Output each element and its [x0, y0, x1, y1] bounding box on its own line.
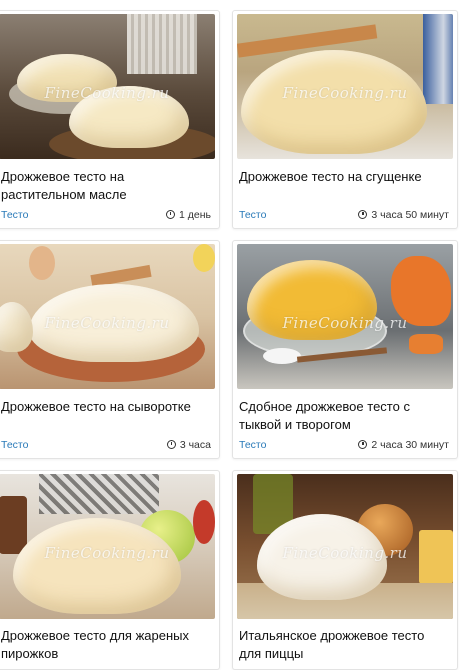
recipe-image[interactable]: FineCooking.ru: [237, 244, 453, 389]
recipe-image[interactable]: FineCooking.ru: [0, 244, 215, 389]
cook-time: 1 день: [166, 209, 211, 221]
watermark-text: FineCooking.ru: [44, 83, 170, 102]
recipe-title-link[interactable]: Дрожжевое тесто на сыворотке: [1, 398, 211, 416]
watermark-text: FineCooking.ru: [282, 313, 408, 332]
cook-time: 3 часа: [166, 439, 211, 451]
recipe-image[interactable]: FineCooking.ru: [237, 474, 453, 619]
clock-icon: [166, 440, 176, 449]
recipe-title-link[interactable]: Дрожжевое тесто на сгущенке: [239, 168, 449, 186]
recipe-title-link[interactable]: Сдобное дрожжевое тесто с тыквой и творо…: [239, 398, 449, 434]
recipe-card[interactable]: FineCooking.ru Дрожжевое тесто на растит…: [0, 10, 220, 229]
category-link[interactable]: Тесто: [239, 209, 266, 221]
watermark-text: FineCooking.ru: [282, 543, 408, 562]
recipe-card[interactable]: FineCooking.ru Дрожжевое тесто на сыворо…: [0, 240, 220, 459]
recipe-image[interactable]: FineCooking.ru: [0, 14, 215, 159]
category-link[interactable]: Тесто: [239, 439, 266, 451]
watermark-text: FineCooking.ru: [44, 313, 170, 332]
clock-icon: [358, 440, 368, 449]
clock-icon: [358, 210, 368, 219]
recipe-image[interactable]: FineCooking.ru: [0, 474, 215, 619]
cook-time: 2 часа 30 минут: [358, 439, 449, 451]
recipe-card[interactable]: FineCooking.ru Сдобное дрожжевое тесто с…: [232, 240, 458, 459]
watermark-text: FineCooking.ru: [282, 83, 408, 102]
category-link[interactable]: Тесто: [1, 209, 28, 221]
recipe-card[interactable]: FineCooking.ru Дрожжевое тесто для жарен…: [0, 470, 220, 670]
clock-icon: [166, 210, 175, 219]
category-link[interactable]: Тесто: [1, 439, 28, 451]
cook-time: 3 часа 50 минут: [358, 209, 449, 221]
watermark-text: FineCooking.ru: [44, 543, 170, 562]
recipe-image[interactable]: FineCooking.ru: [237, 14, 453, 159]
recipe-card[interactable]: FineCooking.ru Итальянское дрожжевое тес…: [232, 470, 458, 670]
recipe-card[interactable]: FineCooking.ru Дрожжевое тесто на сгущен…: [232, 10, 458, 229]
recipe-title-link[interactable]: Дрожжевое тесто на растительном масле: [1, 168, 211, 204]
recipe-title-link[interactable]: Итальянское дрожжевое тесто для пиццы: [239, 627, 449, 663]
recipe-title-link[interactable]: Дрожжевое тесто для жареных пирожков: [1, 627, 211, 663]
